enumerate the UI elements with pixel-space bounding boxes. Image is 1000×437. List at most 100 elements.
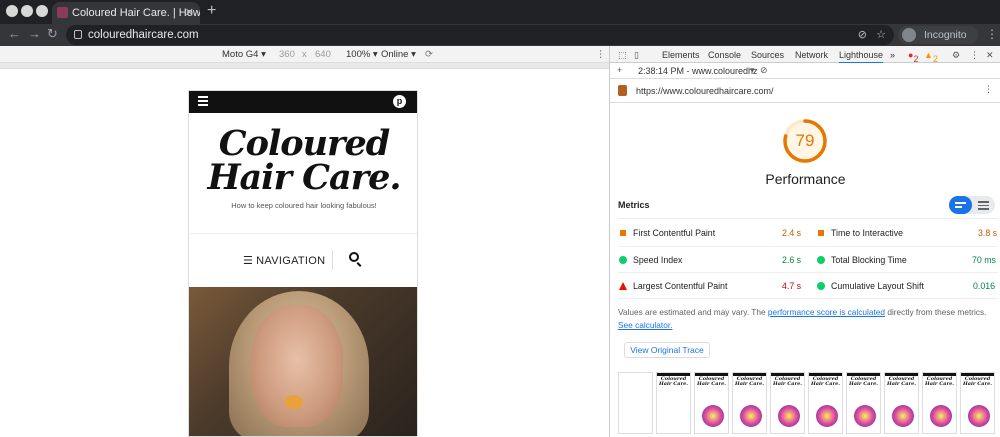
view-original-trace-button[interactable]: View Original Trace [624,342,710,358]
fail-triangle-icon [619,282,627,290]
minimize-window-dot[interactable] [21,5,33,17]
menu-icon[interactable] [198,96,208,106]
browser-tab[interactable]: Coloured Hair Care. | How to ke ✕ [52,2,200,24]
site-logo[interactable]: Coloured Hair Care. [189,123,417,195]
clear-icon[interactable]: ⊘ [760,65,768,76]
search-icon[interactable] [349,252,359,262]
throttle-select[interactable]: Online ▾ [381,49,416,60]
note-text: Values are estimated and may vary. The [618,307,768,317]
devtools-tabs: ⬚ ▯ Elements Console Sources Network Lig… [610,46,1000,64]
tab-close-icon[interactable]: ✕ [185,2,194,24]
dropdown-icon[interactable]: ▾ [750,65,755,76]
compact-view-icon[interactable] [949,196,972,214]
hero-image[interactable] [189,287,417,436]
filmstrip-title: Coloured Hair Care. [810,376,840,387]
report-menu-icon[interactable]: ⋮ [984,84,993,95]
note-text: directly from these metrics. [885,307,987,317]
device-toggle-icon[interactable]: ▯ [634,50,639,61]
page-viewport: Moto G4 ▾ 360 x 640 100% ▾ Online ▾ ⟳ ⋮ … [0,46,609,437]
metric-label: Total Blocking Time [831,255,907,265]
pass-circle-icon [817,256,825,264]
close-devtools-icon[interactable]: ✕ [986,50,994,61]
device-height[interactable]: 640 [315,49,331,60]
filmstrip-image [702,405,724,427]
reload-icon[interactable]: ↻ [47,26,58,42]
metric-value: 2.4 s [782,228,802,238]
maximize-window-dot[interactable] [36,5,48,17]
inspect-icon[interactable]: ⬚ [618,50,627,61]
category-title: Performance [765,171,846,187]
score-calculated-link[interactable]: performance score is calculated [768,307,885,317]
more-tabs-icon[interactable]: » [890,50,895,60]
expanded-view-icon[interactable] [972,196,995,214]
filmstrip-frame: Coloured Hair Care. [732,372,767,434]
filmstrip-frame: Coloured Hair Care. [922,372,957,434]
metric-view-toggle[interactable] [949,196,995,214]
metric-label: Cumulative Layout Shift [831,281,924,291]
pass-circle-icon [619,256,627,264]
metric-label: Largest Contentful Paint [633,281,728,291]
hero-face [251,305,343,427]
metrics-divider [618,272,998,273]
new-tab-button[interactable]: + [207,2,216,20]
eye-off-icon[interactable]: ⊘ [858,29,867,41]
metrics-heading: Metrics [618,200,650,210]
tab-network[interactable]: Network [795,50,828,60]
back-arrow-icon[interactable]: ← [8,26,21,41]
report-select[interactable]: 2:38:14 PM - www.colouredhz [638,66,758,76]
rotate-icon[interactable]: ⟳ [425,49,433,60]
url-text: colouredhaircare.com [88,29,199,41]
address-bar-row: ← → ↻ colouredhaircare.com ⊘ ☆ Incognito… [0,24,1000,59]
metrics-divider [618,218,998,219]
warning-count[interactable]: ▲ 2 [924,50,938,64]
url-field[interactable]: colouredhaircare.com ⊘ ☆ [66,25,894,45]
device-select[interactable]: Moto G4 ▾ [222,49,266,60]
filmstrip-title: Coloured Hair Care. [658,376,688,387]
devtools-panel: ⬚ ▯ Elements Console Sources Network Lig… [609,46,1000,437]
filmstrip-title: Coloured Hair Care. [924,376,954,387]
filmstrip-title: Coloured Hair Care. [848,376,878,387]
zoom-select[interactable]: 100% ▾ [346,49,378,60]
device-width[interactable]: 360 [279,49,295,60]
ruler [0,63,609,69]
filmstrip-image [778,405,800,427]
filmstrip-frame: Coloured Hair Care. [656,372,691,434]
filmstrip-frame: Coloured Hair Care. [694,372,729,434]
hero-flower [285,395,303,409]
tab-elements[interactable]: Elements [662,50,700,60]
error-count[interactable]: ● 2 [908,50,918,64]
mobile-page: p Coloured Hair Care. How to keep colour… [188,90,418,437]
star-icon[interactable]: ☆ [876,29,886,41]
filmstrip-frame: Coloured Hair Care. [960,372,995,434]
devtools-menu-icon[interactable]: ⋮ [970,50,979,61]
browser-menu-icon[interactable]: ⋮ [986,27,998,41]
logo-line-1: Coloured [218,123,390,164]
see-calculator-link[interactable]: See calculator. [618,320,672,330]
forward-arrow-icon[interactable]: → [28,26,41,41]
tab-console[interactable]: Console [708,50,741,60]
incognito-icon [902,28,916,42]
tab-title: Coloured Hair Care. | How to ke [72,7,200,19]
tab-lighthouse[interactable]: Lighthouse [839,50,884,64]
filmstrip-frame: Coloured Hair Care. [884,372,919,434]
close-window-dot[interactable] [6,5,18,17]
report-url-row: https://www.colouredhaircare.com/ ⋮ [610,79,1000,103]
tab-sources[interactable]: Sources [751,50,784,60]
report-url[interactable]: https://www.colouredhaircare.com/ [636,86,774,96]
metric-value: 4.7 s [782,281,802,291]
filmstrip-image [892,405,914,427]
settings-gear-icon[interactable]: ⚙ [952,50,960,61]
new-report-icon[interactable]: + [617,65,622,75]
filmstrip-image [930,405,952,427]
metric-value: 70 ms [972,255,996,265]
filmstrip-image [854,405,876,427]
filmstrip-title: Coloured Hair Care. [734,376,764,387]
metric-value: 0.016 [973,281,996,291]
nav-divider [332,250,333,270]
site-tagline: How to keep coloured hair looking fabulo… [231,201,377,210]
device-menu-icon[interactable]: ⋮ [596,49,606,60]
incognito-badge[interactable]: Incognito (2) [898,26,978,59]
navigation-toggle[interactable]: ☰ NAVIGATION [243,254,325,267]
pinterest-icon[interactable]: p [393,95,406,108]
filmstrip-title: Coloured Hair Care. [696,376,726,387]
